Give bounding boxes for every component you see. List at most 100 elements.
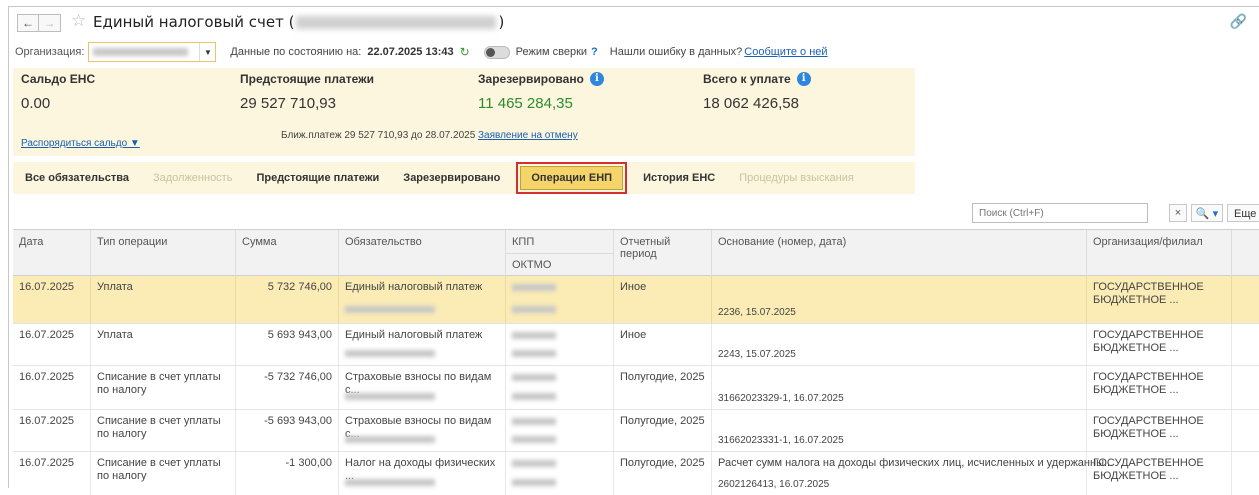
- date-label: Данные по состоянию на:: [230, 46, 362, 58]
- manage-balance-link[interactable]: Распорядиться сальдо ▼: [21, 138, 140, 149]
- reconcile-mode-toggle[interactable]: [483, 45, 510, 59]
- col-op-type[interactable]: Тип операции: [91, 230, 236, 276]
- col-oktmo: ОКТМО: [506, 253, 613, 276]
- cell-org: ГОСУДАРСТВЕННОЕ БЮДЖЕТНОЕ ...: [1087, 324, 1232, 365]
- summary-panel: Сальдо ЕНС 0.00 Распорядиться сальдо ▼ П…: [13, 68, 915, 156]
- cell-basis: Расчет сумм налога на доходы физических …: [712, 452, 1113, 495]
- cell-op-type: Уплата: [91, 324, 236, 365]
- org-select[interactable]: ▼: [88, 42, 217, 62]
- cell-basis-number: 2602126413, 16.07.2025: [718, 479, 830, 490]
- col-kpp-oktmo[interactable]: КПП ОКТМО: [506, 230, 614, 276]
- cell-obligation: Страховые взносы по видам с...: [339, 410, 506, 451]
- tab-all-obligations[interactable]: Все обязательства: [13, 166, 141, 190]
- cell-basis-number: 2243, 15.07.2025: [718, 349, 796, 360]
- balance-title: Сальдо ЕНС: [21, 72, 96, 86]
- redacted-kpp: [512, 332, 556, 339]
- cell-basis: 2236, 15.07.2025: [712, 276, 1087, 323]
- error-text: Нашли ошибку в данных?: [609, 46, 743, 58]
- total-value: 18 062 426,58: [703, 95, 799, 112]
- cell-org: ГОСУДАРСТВЕННОЕ БЮДЖЕТНОЕ ...: [1087, 452, 1232, 495]
- tab-enp-operations-highlight[interactable]: Операции ЕНП: [516, 162, 628, 194]
- search-input[interactable]: [972, 203, 1148, 223]
- table-row[interactable]: 16.07.2025 Уплата 5 693 943,00 Единый на…: [13, 324, 1259, 366]
- tab-ens-history[interactable]: История ЕНС: [631, 166, 727, 190]
- search-button[interactable]: 🔍 ▾: [1191, 204, 1223, 222]
- redacted-kbk: [345, 436, 435, 443]
- upcoming-block: Предстоящие платежи 29 527 710,93: [240, 72, 374, 112]
- page-title: Единый налоговый счет (): [93, 13, 504, 31]
- cell-date: 16.07.2025: [13, 366, 91, 409]
- cell-org: ГОСУДАРСТВЕННОЕ БЮДЖЕТНОЕ ...: [1087, 276, 1232, 323]
- col-date[interactable]: Дата: [13, 230, 91, 276]
- cell-kpp-oktmo: [506, 324, 614, 365]
- tab-reserved[interactable]: Зарезервировано: [391, 166, 512, 190]
- redacted-oktmo: [512, 436, 556, 443]
- chevron-down-icon[interactable]: ▼: [199, 43, 215, 61]
- report-error-link[interactable]: Сообщите о ней: [744, 46, 827, 58]
- info-icon[interactable]: i: [796, 72, 811, 86]
- redacted-kpp: [512, 374, 556, 381]
- cell-kpp-oktmo: [506, 276, 614, 323]
- info-icon[interactable]: i: [589, 72, 604, 86]
- operations-table: Дата Тип операции Сумма Обязательство КП…: [13, 229, 1259, 495]
- cell-date: 16.07.2025: [13, 410, 91, 451]
- cell-basis: 31662023331-1, 16.07.2025: [712, 410, 1087, 451]
- redacted-oktmo: [512, 393, 556, 400]
- org-label: Организация:: [15, 46, 85, 58]
- cell-amount: 5 693 943,00: [236, 324, 339, 365]
- reserved-block: Зарезервировано i 11 465 284,35: [478, 72, 604, 112]
- main-window: ← → ☆ Единый налоговый счет () 🔗 Организ…: [8, 6, 1259, 495]
- cell-date: 16.07.2025: [13, 324, 91, 365]
- more-button[interactable]: Еще ▾: [1227, 204, 1259, 222]
- help-icon[interactable]: ?: [591, 46, 598, 58]
- cell-op-type: Списание в счет уплаты по налогу: [91, 410, 236, 451]
- redacted-org-name: [296, 16, 497, 29]
- tab-collection-procedures[interactable]: Процедуры взыскания: [727, 166, 866, 190]
- tab-debt[interactable]: Задолженность: [141, 166, 245, 190]
- cell-basis-number: 2236, 15.07.2025: [718, 307, 796, 318]
- table-header: Дата Тип операции Сумма Обязательство КП…: [13, 230, 1259, 276]
- reserved-title: Зарезервировано: [478, 72, 584, 86]
- reconcile-mode-label: Режим сверки: [515, 46, 588, 58]
- col-period[interactable]: Отчетный период: [614, 230, 712, 276]
- link-icon[interactable]: 🔗: [1230, 13, 1247, 30]
- cell-kpp-oktmo: [506, 452, 614, 495]
- cell-op-type: Списание в счет уплаты по налогу: [91, 452, 236, 495]
- search-icon: 🔍 ▾: [1195, 207, 1219, 220]
- favorite-star-icon[interactable]: ☆: [71, 11, 86, 31]
- nav-buttons: ← →: [17, 14, 61, 32]
- cell-period: Иное: [614, 324, 712, 365]
- forward-button[interactable]: →: [39, 14, 61, 32]
- col-amount[interactable]: Сумма: [236, 230, 339, 276]
- col-basis[interactable]: Основание (номер, дата): [712, 230, 1087, 276]
- tab-enp-operations[interactable]: Операции ЕНП: [520, 166, 624, 190]
- back-button[interactable]: ←: [17, 14, 39, 32]
- reserved-value: 11 465 284,35: [478, 95, 573, 112]
- cell-period: Иное: [614, 276, 712, 323]
- arrow-right-icon: →: [43, 16, 56, 30]
- page-title-text: Единый налоговый счет (: [93, 13, 295, 31]
- total-title: Всего к уплате: [703, 72, 791, 86]
- cell-op-type: Уплата: [91, 276, 236, 323]
- cell-obligation-text: Единый налоговый платеж: [345, 329, 483, 341]
- table-row[interactable]: 16.07.2025 Уплата 5 732 746,00 Единый на…: [13, 276, 1259, 324]
- clear-search-button[interactable]: ×: [1169, 204, 1187, 222]
- cell-op-type: Списание в счет уплаты по налогу: [91, 366, 236, 409]
- cell-period: Полугодие, 2025: [614, 452, 712, 495]
- table-row[interactable]: 16.07.2025 Списание в счет уплаты по нал…: [13, 410, 1259, 452]
- cell-obligation: Страховые взносы по видам с...: [339, 366, 506, 409]
- cancel-application-link[interactable]: Заявление на отмену: [478, 130, 578, 141]
- redacted-kpp: [512, 418, 556, 425]
- tab-upcoming-payments[interactable]: Предстоящие платежи: [244, 166, 391, 190]
- cell-basis-number: 31662023329-1, 16.07.2025: [718, 393, 844, 404]
- redacted-org-value: [93, 48, 189, 56]
- cell-period: Полугодие, 2025: [614, 366, 712, 409]
- col-org[interactable]: Организация/филиал: [1087, 230, 1232, 276]
- balance-value: 0.00: [21, 95, 51, 112]
- refresh-icon[interactable]: ↻: [460, 45, 470, 59]
- tabs-bar: Все обязательства Задолженность Предстоя…: [13, 162, 915, 194]
- date-value: 22.07.2025 13:43: [367, 46, 454, 58]
- table-row[interactable]: 16.07.2025 Списание в счет уплаты по нал…: [13, 366, 1259, 410]
- col-obligation[interactable]: Обязательство: [339, 230, 506, 276]
- table-row[interactable]: 16.07.2025 Списание в счет уплаты по нал…: [13, 452, 1259, 495]
